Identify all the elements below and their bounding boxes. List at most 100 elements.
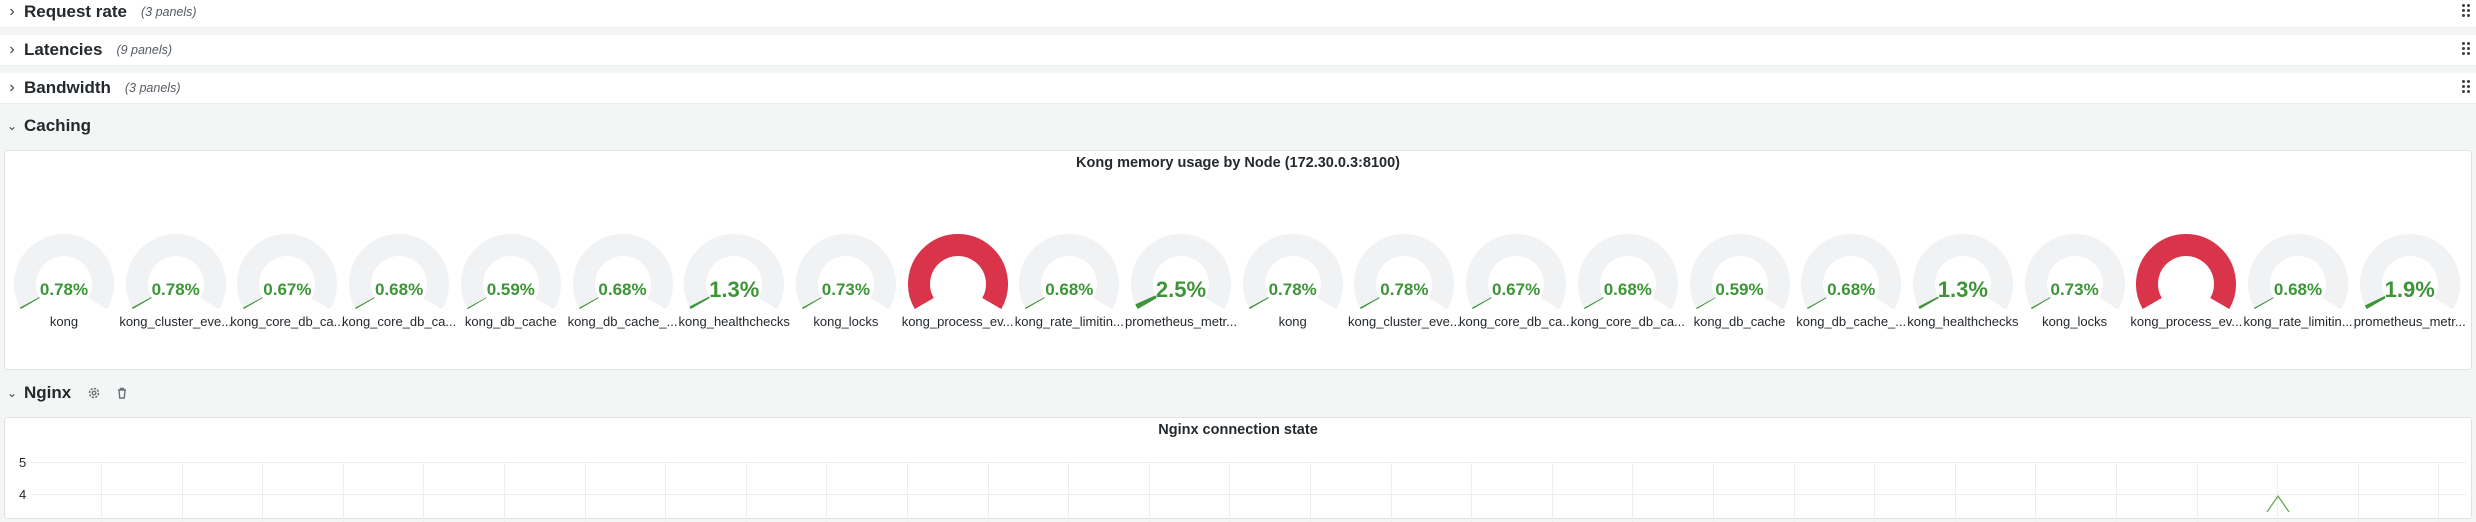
row-bandwidth[interactable]: › Bandwidth (3 panels) [0, 73, 2476, 104]
y-tick-label: 5 [19, 455, 27, 470]
memory-gauge[interactable]: 0.67% kong_core_db_ca... [1459, 224, 1573, 344]
gauge-value: 0.68% [1603, 280, 1652, 299]
gauge-value: 0.59% [1715, 280, 1764, 299]
grid-line [2196, 462, 2198, 522]
gauge-label: kong_healthchecks [678, 314, 790, 329]
gauge-value: 100% [934, 279, 981, 299]
memory-gauge[interactable]: 1.3% kong_healthchecks [1907, 224, 2019, 344]
drag-handle-icon[interactable] [2462, 42, 2472, 58]
memory-gauge[interactable]: 0.78% kong_cluster_eve... [1348, 224, 1461, 344]
grid-line [181, 462, 183, 522]
row-title[interactable]: Latencies [24, 40, 102, 60]
gauge-label: kong [1278, 314, 1307, 329]
gauge-label: prometheus_metr... [2353, 314, 2466, 329]
gauge-label: kong_locks [813, 314, 879, 329]
grid-line [665, 462, 667, 522]
panel-title[interactable]: Nginx connection state [5, 422, 2471, 438]
gauge-value: 1.3% [709, 277, 760, 302]
gauge-value: 0.78% [39, 280, 89, 299]
memory-gauge[interactable]: 0.78% kong [8, 224, 120, 344]
row-latencies[interactable]: › Latencies (9 panels) [0, 35, 2476, 66]
gauge-value: 0.78% [151, 280, 200, 299]
row-title[interactable]: Request rate [24, 2, 127, 22]
gauge-value: 2.5% [1155, 277, 1207, 302]
memory-gauge[interactable]: 1.3% kong_healthchecks [678, 224, 790, 344]
grid-line [745, 462, 747, 522]
grid-line [1874, 462, 1876, 522]
memory-gauge[interactable]: 2.5% prometheus_metr... [1125, 224, 1237, 344]
gauge-value: 0.68% [374, 280, 424, 299]
series-line [2266, 494, 2290, 512]
gauge-value: 0.67% [263, 280, 312, 299]
memory-gauge[interactable]: 0.67% kong_core_db_ca... [230, 224, 344, 344]
row-caching[interactable]: ⌄ Caching [0, 111, 2476, 141]
panel-title[interactable]: Kong memory usage by Node (172.30.0.3:81… [5, 155, 2471, 171]
chevron-right-icon[interactable]: › [6, 41, 18, 59]
row-panel-count: (3 panels) [124, 81, 181, 95]
row-title[interactable]: Bandwidth [24, 78, 111, 98]
gauge-value: 1.9% [2384, 277, 2435, 302]
grid-line [1713, 462, 1714, 522]
drag-handle-icon[interactable] [2462, 80, 2472, 96]
grid-line [584, 462, 586, 522]
memory-gauge[interactable]: 0.68% kong_core_db_ca... [1571, 224, 1685, 344]
grid-line [342, 462, 344, 522]
grid-line [101, 462, 102, 522]
nginx-connection-panel[interactable]: Nginx connection state 5 4 [4, 417, 2472, 522]
gauge-value: 0.68% [598, 280, 647, 299]
gauge-label: kong_healthchecks [1907, 314, 2019, 329]
memory-gauge[interactable]: 0.68% kong_db_cache_... [1795, 224, 1907, 344]
memory-gauge[interactable]: 0.68% kong_db_cache_... [567, 224, 679, 344]
gauge-value: 0.78% [1268, 280, 1317, 299]
grid-line [2116, 462, 2117, 522]
row-title[interactable]: Caching [24, 116, 91, 136]
memory-gauge[interactable]: 0.68% kong_rate_limitin... [2242, 224, 2354, 344]
gauge-label: kong_core_db_ca... [1570, 314, 1685, 329]
memory-gauge[interactable]: 0.78% kong [1237, 224, 1349, 344]
grid-line [1793, 462, 1795, 522]
memory-gauge[interactable]: 0.68% kong_rate_limitin... [1013, 224, 1125, 344]
memory-gauge[interactable]: 0.73% kong_locks [790, 224, 902, 344]
grid-line [1954, 462, 1956, 522]
memory-gauge[interactable]: 0.73% kong_locks [2019, 224, 2131, 344]
chevron-right-icon[interactable]: › [6, 3, 18, 21]
row-panel-count: (3 panels) [140, 5, 197, 19]
chevron-right-icon[interactable]: › [6, 79, 18, 97]
row-title[interactable]: Nginx [24, 383, 71, 403]
gauge-value: 0.68% [2273, 280, 2323, 299]
memory-gauge[interactable]: 100% kong_process_ev... [902, 224, 1014, 344]
chevron-down-icon[interactable]: ⌄ [6, 119, 18, 133]
memory-gauge[interactable]: 1.9% prometheus_metr... [2354, 224, 2466, 344]
grid-line [1632, 462, 1634, 522]
drag-handle-icon[interactable] [2462, 4, 2472, 20]
gauge-label: kong_process_ev... [901, 314, 1014, 329]
gauge-value: 1.3% [1937, 277, 1988, 302]
chevron-down-icon[interactable]: ⌄ [6, 386, 18, 400]
row-nginx[interactable]: ⌄ Nginx [0, 378, 2476, 408]
memory-gauge[interactable]: 0.59% kong_db_cache [455, 224, 567, 344]
y-tick-label: 4 [19, 487, 27, 502]
grid-line [2357, 462, 2359, 522]
grid-line [1229, 462, 1231, 522]
grid-line [987, 462, 989, 522]
row-request-rate[interactable]: › Request rate (3 panels) [0, 0, 2476, 28]
trash-icon[interactable] [115, 386, 129, 400]
gauge-value: 0.68% [1827, 280, 1876, 299]
grid-line [31, 494, 2467, 495]
gauge-label: kong_locks [2042, 314, 2108, 329]
memory-gauge[interactable]: 0.78% kong_cluster_eve... [119, 224, 232, 344]
grid-line [1551, 462, 1553, 522]
memory-gauge[interactable]: 0.59% kong_db_cache [1684, 224, 1796, 344]
gauge-label: kong_cluster_eve... [119, 314, 233, 329]
memory-gauge[interactable]: 100% kong_process_ev... [2130, 224, 2242, 344]
gear-icon[interactable] [87, 386, 101, 400]
grid-line [504, 462, 505, 522]
grid-line [2438, 462, 2440, 522]
grid-line [262, 462, 264, 522]
memory-gauge[interactable]: 0.68% kong_core_db_ca... [342, 224, 456, 344]
grid-line [1471, 462, 1473, 522]
gauge-label: kong_rate_limitin... [2243, 314, 2353, 329]
grid-line [826, 462, 828, 522]
grid-line [1390, 462, 1392, 522]
grid-line [1148, 462, 1150, 522]
